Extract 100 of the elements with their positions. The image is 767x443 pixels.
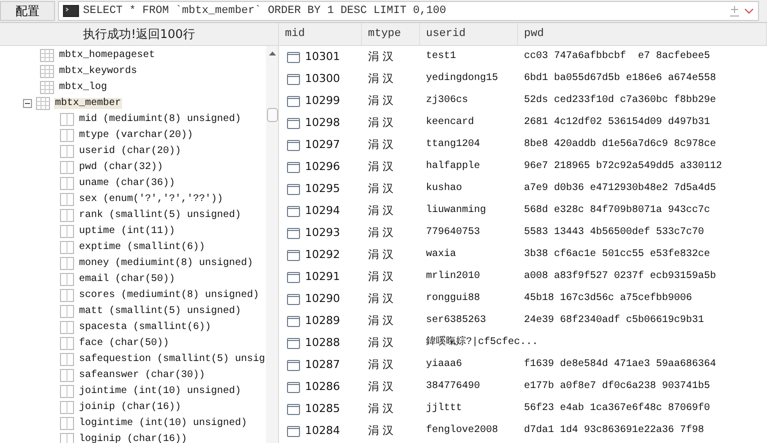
table-cell: 涓 汉 — [368, 248, 394, 262]
column-name[interactable]: uptime (int(11)) — [78, 226, 176, 236]
table-name[interactable]: mbtx_member — [54, 98, 122, 108]
table-icon — [36, 96, 50, 110]
table-cell: test1 — [426, 50, 456, 64]
row-icon — [287, 96, 300, 106]
column-name[interactable]: joinip (char(16)) — [78, 402, 182, 412]
table-cell: 涓 汉 — [368, 50, 394, 64]
column-name[interactable]: mtype (varchar(20)) — [78, 130, 194, 140]
table-icon — [60, 192, 74, 206]
table-icon — [60, 256, 74, 270]
row-icon — [287, 74, 300, 84]
table-cell: 10293 — [305, 226, 340, 240]
collapse-toggle[interactable] — [23, 98, 32, 108]
table-icon — [60, 336, 74, 350]
column-name[interactable]: sex (enum('?','?','??')) — [78, 194, 224, 204]
table-cell: cc03 747a6afbbcbf e7 8acfebee5 — [524, 50, 710, 64]
row-icon — [287, 294, 300, 304]
column-name[interactable]: jointime (int(10) unsigned) — [78, 386, 242, 396]
column-name[interactable]: money (mediumint(8) unsigned) — [78, 258, 254, 268]
table-cell: 10296 — [305, 160, 340, 174]
table-cell: 涓 汉 — [368, 292, 394, 306]
table-cell: 涓 汉 — [368, 160, 394, 174]
column-name[interactable]: logintime (int(10) unsigned) — [78, 418, 248, 428]
table-cell: 568d e328c 84f709b8071a 943cc7c — [524, 204, 710, 218]
table-cell: 涓 汉 — [368, 336, 394, 350]
table-cell: 10285 — [305, 402, 340, 416]
column-name[interactable]: scores (mediumint(8) unsigned) — [78, 290, 260, 300]
table-cell: 10298 — [305, 116, 340, 130]
table-icon — [60, 224, 74, 238]
row-icon — [287, 228, 300, 238]
table-cell: 10287 — [305, 358, 340, 372]
column-name[interactable]: rank (smallint(5) unsigned) — [78, 210, 242, 220]
scroll-thumb[interactable] — [266, 108, 278, 122]
table-cell: 涓 汉 — [368, 226, 394, 240]
table-cell: 56f23 e4ab 1ca367e6f48c 87069f0 — [524, 402, 710, 416]
table-cell: 52ds ced233f10d c7a360bc f8bb29e — [524, 94, 716, 108]
column-name[interactable]: userid (char(20)) — [78, 146, 182, 156]
table-cell: 10292 — [305, 248, 340, 262]
table-cell: f1639 de8e584d 471ae3 59aa686364 — [524, 358, 716, 372]
table-cell: 24e39 68f2340adf c5b06619c9b31 — [524, 314, 704, 328]
row-icon — [287, 184, 300, 194]
column-name[interactable]: pwd (char(32)) — [78, 162, 164, 172]
table-cell: ttang1204 — [426, 138, 480, 152]
table-icon — [60, 416, 74, 430]
table-cell: ronggui88 — [426, 292, 480, 306]
row-icon — [287, 382, 300, 392]
table-cell: 10290 — [305, 292, 340, 306]
row-icon — [287, 360, 300, 370]
table-cell: 10284 — [305, 424, 340, 438]
column-header[interactable]: mid — [279, 23, 362, 46]
column-name[interactable]: matt (smallint(5) unsigned) — [78, 306, 242, 316]
table-cell: 96e7 218965 b72c92a549dd5 a330112 — [524, 160, 722, 174]
column-header[interactable]: pwd — [518, 23, 767, 46]
table-cell: 10286 — [305, 380, 340, 394]
table-cell: 779640753 — [426, 226, 480, 240]
table-cell: 涓 汉 — [368, 182, 394, 196]
row-icon — [287, 338, 300, 348]
table-cell: 涓 汉 — [368, 72, 394, 86]
table-name[interactable]: mbtx_homepageset — [58, 50, 156, 60]
table-icon — [60, 304, 74, 318]
column-header[interactable]: userid — [420, 23, 518, 46]
column-name[interactable]: safequestion (smallint(5) unsig — [78, 354, 266, 364]
table-cell: 10301 — [305, 50, 340, 64]
column-name[interactable]: mid (mediumint(8) unsigned) — [78, 114, 242, 124]
table-cell: liuwanming — [426, 204, 486, 218]
table-cell: 涓 汉 — [368, 94, 394, 108]
terminal-icon — [63, 5, 79, 17]
column-name[interactable]: exptime (smallint(6)) — [78, 242, 206, 252]
table-cell: kushao — [426, 182, 462, 196]
column-name[interactable]: safeanswer (char(30)) — [78, 370, 206, 380]
table-cell: 5583 13443 4b56500def 533c7c70 — [524, 226, 704, 240]
table-icon — [60, 112, 74, 126]
column-name[interactable]: spacesta (smallint(6)) — [78, 322, 212, 332]
query-field[interactable]: SELECT * FROM `mbtx_member` ORDER BY 1 DESC LIMIT 0,100 — [58, 1, 759, 21]
table-cell: 鍏嗘暣婃?|cf5cfec... — [426, 336, 538, 350]
table-cell: yedingdong15 — [426, 72, 498, 86]
table-icon — [60, 272, 74, 286]
table-name[interactable]: mbtx_log — [58, 82, 108, 92]
column-name[interactable]: uname (char(36)) — [78, 178, 176, 188]
table-name[interactable]: mbtx_keywords — [58, 66, 138, 76]
table-cell: 6bd1 ba055d67d5b e186e6 a674e558 — [524, 72, 716, 86]
table-cell: 涓 汉 — [368, 270, 394, 284]
table-icon — [60, 160, 74, 174]
column-name[interactable]: face (char(50)) — [78, 338, 170, 348]
config-button[interactable]: 配置 — [0, 1, 55, 21]
table-icon — [60, 432, 74, 443]
row-icon — [287, 250, 300, 260]
row-icon — [287, 52, 300, 62]
column-name[interactable]: loginip (char(16)) — [78, 434, 188, 443]
table-icon — [60, 128, 74, 142]
scroll-up-icon[interactable] — [268, 51, 276, 56]
column-name[interactable]: email (char(50)) — [78, 274, 176, 284]
table-cell: 384776490 — [426, 380, 480, 394]
caret-down-icon[interactable] — [744, 8, 754, 14]
row-icon — [287, 272, 300, 282]
column-header[interactable]: mtype — [362, 23, 420, 46]
row-icon — [287, 162, 300, 172]
table-icon — [60, 176, 74, 190]
table-cell: 涓 汉 — [368, 358, 394, 372]
